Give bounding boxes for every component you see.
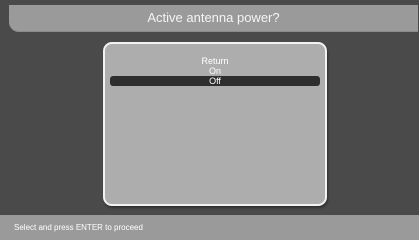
status-hint: Select and press ENTER to proceed — [14, 223, 143, 232]
option-dialog: Return On Off — [103, 42, 327, 206]
page-title: Active antenna power? — [147, 10, 280, 25]
tv-menu-screen: Active antenna power? Return On Off Sele… — [0, 0, 419, 240]
option-list: Return On Off — [105, 56, 325, 86]
status-bar: Select and press ENTER to proceed — [0, 215, 419, 240]
menu-item-on[interactable]: On — [110, 66, 320, 76]
menu-item-return[interactable]: Return — [110, 56, 320, 66]
title-bar: Active antenna power? — [9, 5, 418, 32]
menu-item-off[interactable]: Off — [110, 76, 320, 86]
